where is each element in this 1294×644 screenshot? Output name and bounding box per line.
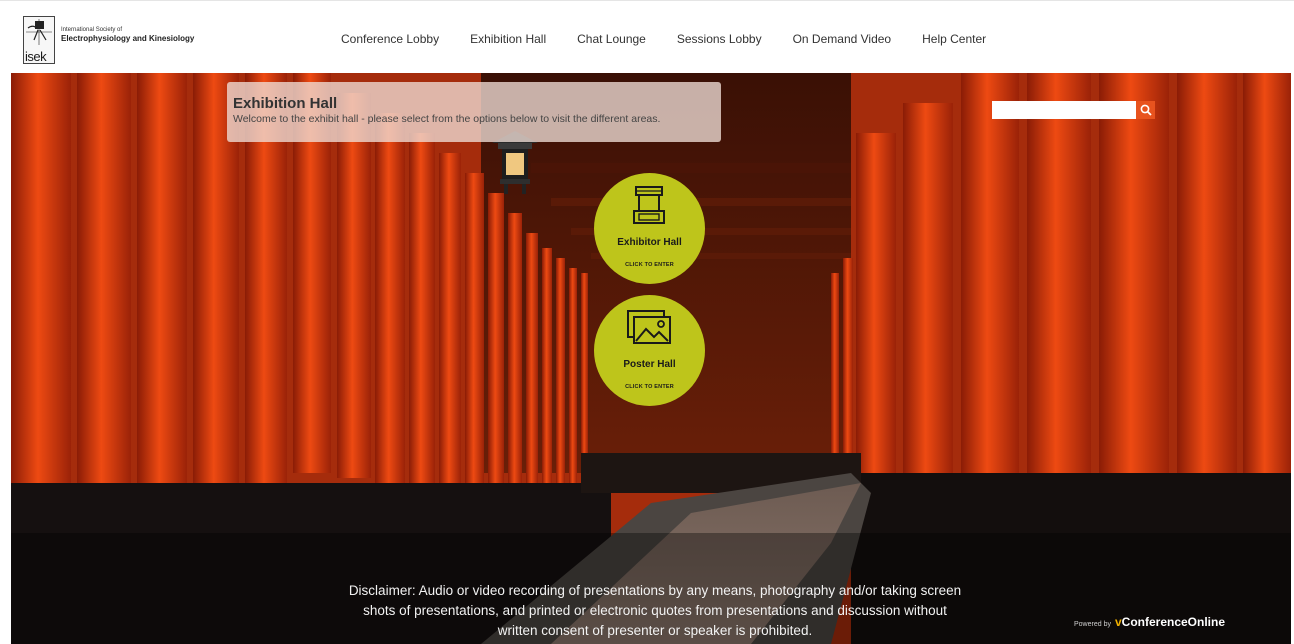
- nav-exhibition-hall[interactable]: Exhibition Hall: [470, 32, 546, 46]
- nav-on-demand-video[interactable]: On Demand Video: [793, 32, 892, 46]
- logo-figure-icon: [26, 19, 52, 45]
- nav-sessions-lobby[interactable]: Sessions Lobby: [677, 32, 762, 46]
- logo-line-2: Electrophysiology and Kinesiology: [61, 34, 195, 43]
- exhibitor-hall-button[interactable]: Exhibitor Hall CLICK TO ENTER: [594, 173, 705, 284]
- main-nav: Conference Lobby Exhibition Hall Chat Lo…: [341, 32, 1017, 46]
- logo-emblem: isek: [23, 16, 55, 64]
- search-box: [992, 101, 1155, 119]
- booth-icon: [633, 186, 665, 224]
- nav-chat-lounge[interactable]: Chat Lounge: [577, 32, 646, 46]
- logo-line-1: International Society of: [61, 27, 123, 33]
- powered-by-prefix: Powered by: [1074, 621, 1111, 628]
- logo-abbreviation: isek: [25, 49, 47, 64]
- search-icon: [1140, 104, 1152, 116]
- exhibitor-hall-subtext: CLICK TO ENTER: [625, 262, 674, 268]
- nav-conference-lobby[interactable]: Conference Lobby: [341, 32, 439, 46]
- disclaimer-text: Disclaimer: Audio or video recording of …: [348, 583, 962, 638]
- powered-by-brand: ConferenceOnline: [1121, 615, 1226, 629]
- search-button[interactable]: [1136, 101, 1155, 119]
- poster-hall-label: Poster Hall: [623, 359, 676, 370]
- logo-text: International Society of Electrophysiolo…: [61, 27, 194, 44]
- page-subtitle: Welcome to the exhibit hall - please sel…: [233, 113, 661, 125]
- search-input[interactable]: [992, 101, 1136, 119]
- page-title: Exhibition Hall: [233, 95, 338, 112]
- top-header: isek International Society of Electrophy…: [0, 0, 1294, 73]
- poster-hall-subtext: CLICK TO ENTER: [625, 384, 674, 390]
- exhibitor-hall-label: Exhibitor Hall: [617, 237, 682, 248]
- nav-help-center[interactable]: Help Center: [922, 32, 986, 46]
- vconference-mark-icon: v: [1114, 615, 1122, 629]
- powered-by[interactable]: Powered by v ConferenceOnline: [1074, 615, 1225, 629]
- page-title-card: Exhibition Hall Welcome to the exhibit h…: [227, 82, 721, 142]
- isek-logo[interactable]: isek International Society of Electrophy…: [23, 16, 194, 64]
- picture-icon: [627, 310, 671, 344]
- hero-background: Exhibition Hall Welcome to the exhibit h…: [11, 73, 1291, 644]
- poster-hall-button[interactable]: Poster Hall CLICK TO ENTER: [594, 295, 705, 406]
